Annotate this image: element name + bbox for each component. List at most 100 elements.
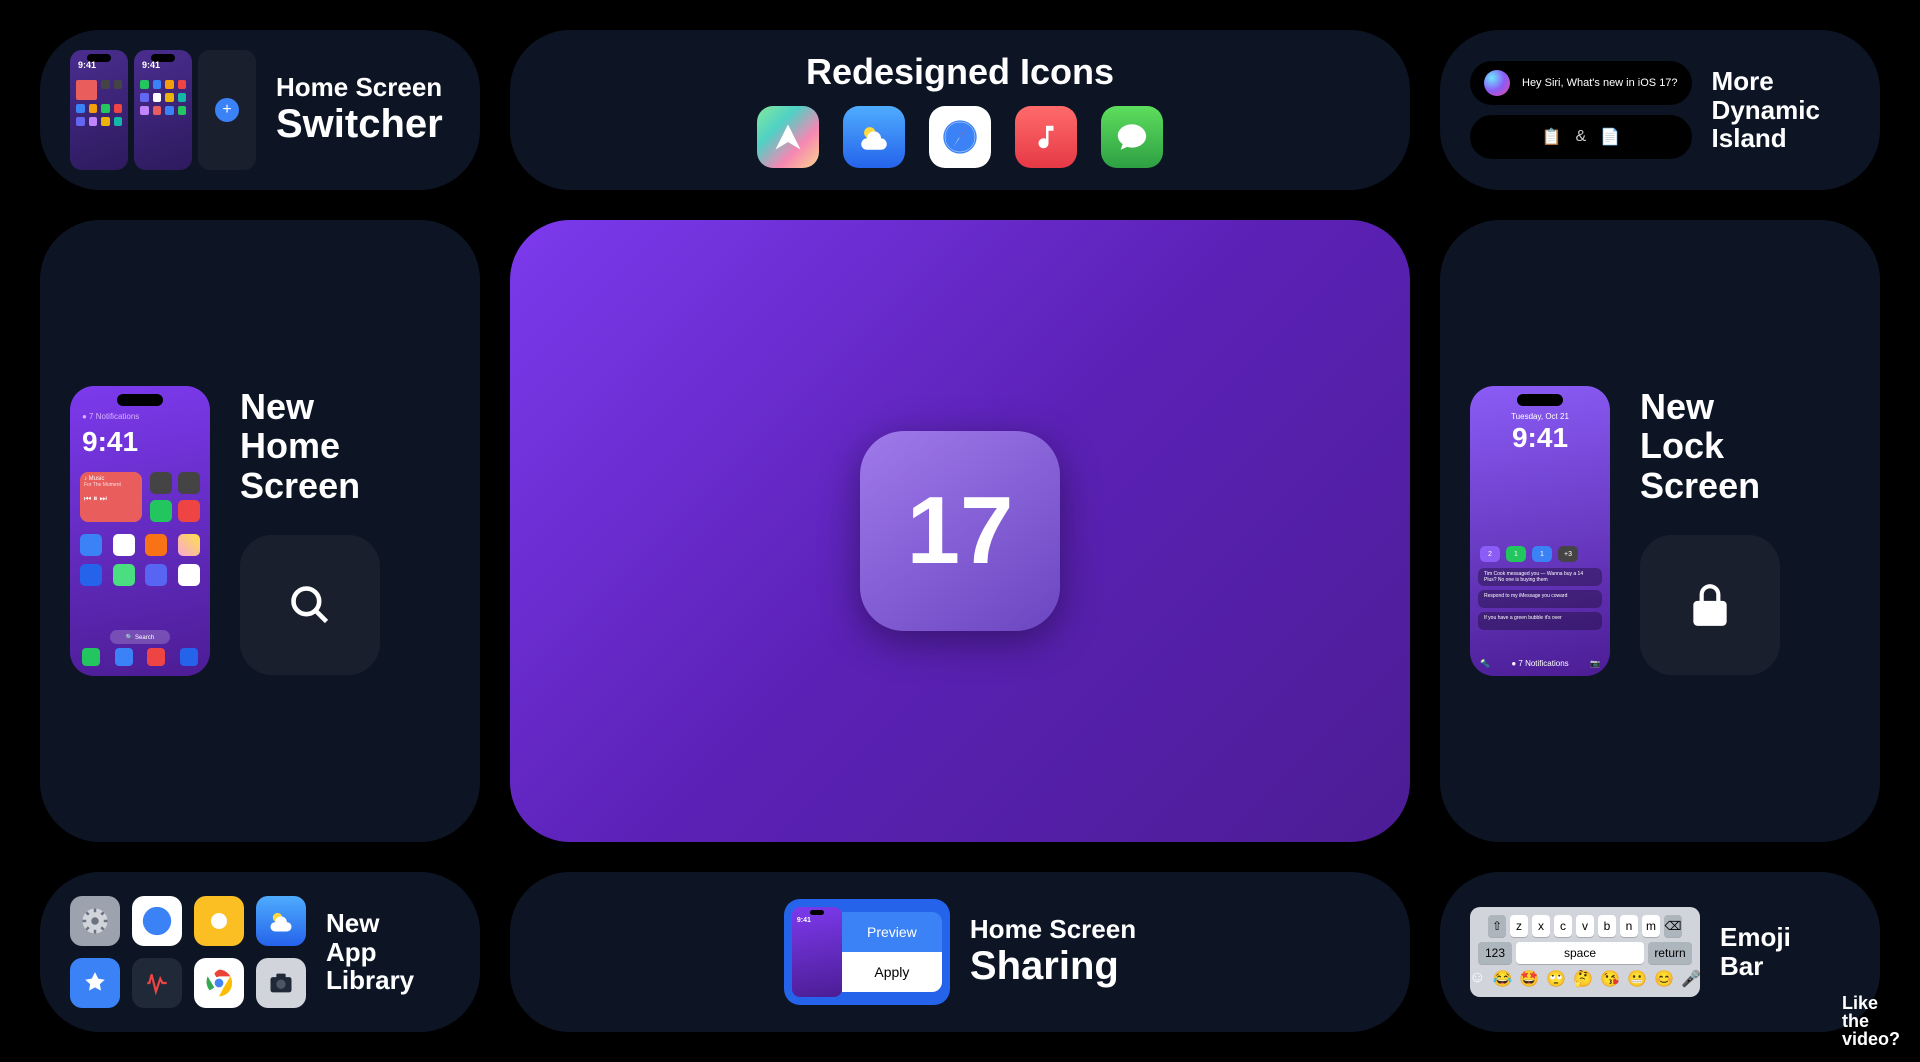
emoji[interactable]: 🤔 — [1573, 969, 1593, 989]
card-title: Redesigned Icons — [806, 52, 1114, 92]
emoji[interactable]: 😬 — [1627, 969, 1647, 989]
mini-icons-grid — [140, 80, 186, 115]
notification-chips: 2 1 1 +3 — [1480, 546, 1578, 562]
document-icon: 📋 — [1542, 127, 1562, 147]
share-mini-phone: 9:41 — [792, 907, 842, 997]
title-line: New — [326, 909, 414, 938]
title-line: Sharing — [970, 944, 1136, 989]
notification: If you have a green bubble it's over — [1478, 612, 1602, 630]
weather-icon — [843, 106, 905, 168]
weather-icon — [256, 896, 306, 946]
version-number: 17 — [907, 476, 1014, 586]
mini-phone-1: 9:41 — [70, 50, 128, 170]
ampersand: & — [1575, 128, 1586, 146]
phone-icons-row — [80, 534, 200, 586]
lock-phone-mockup: Tuesday, Oct 21 9:41 2 1 1 +3 Tim Cook m… — [1470, 386, 1610, 676]
emoji[interactable]: 😘 — [1600, 969, 1620, 989]
title-line: Home — [240, 426, 380, 466]
chip: 1 — [1506, 546, 1526, 562]
title-line: Library — [326, 966, 414, 995]
preview-button[interactable]: Preview — [842, 912, 942, 952]
card-title: More Dynamic Island — [1712, 67, 1820, 153]
title-line: Home Screen — [970, 915, 1136, 944]
search-icon — [288, 583, 332, 627]
key[interactable]: n — [1620, 915, 1638, 937]
camera-icon — [256, 958, 306, 1008]
voice-memos-icon — [132, 958, 182, 1008]
emoji[interactable]: 😊 — [1654, 969, 1674, 989]
mic-icon[interactable]: 🎤 — [1681, 969, 1701, 989]
card-title: Emoji Bar — [1720, 923, 1791, 980]
card-home-screen-switcher: 9:41 9:41 + Home Screen Switcher — [40, 30, 480, 190]
title-line: Dynamic — [1712, 96, 1820, 125]
emoji[interactable]: ☺ — [1469, 969, 1485, 989]
apply-button[interactable]: Apply — [842, 952, 942, 992]
key[interactable]: x — [1532, 915, 1550, 937]
lock-time: 9:41 — [1470, 422, 1610, 454]
key[interactable]: z — [1510, 915, 1528, 937]
card-dynamic-island: Hey Siri, What's new in iOS 17? 📋 & 📄 Mo… — [1440, 30, 1880, 190]
mini-icons-grid — [76, 80, 122, 126]
camera-icon: 📷 — [1590, 659, 1600, 668]
share-buttons: Preview Apply — [842, 912, 942, 992]
tips-icon — [194, 896, 244, 946]
card-title: New Lock Screen — [1640, 387, 1780, 506]
title-line: Island — [1712, 124, 1820, 153]
keyboard-row: 123 space return — [1478, 942, 1692, 964]
card-new-home-screen: ● 7 Notifications 9:41 ♪ Music For The M… — [40, 220, 480, 842]
return-key[interactable]: return — [1648, 942, 1692, 964]
widget-subtitle: For The Moment — [84, 482, 138, 488]
space-key[interactable]: space — [1516, 942, 1644, 964]
notification: Respond to my iMessage you coward — [1478, 590, 1602, 608]
shift-key[interactable]: ⇧ — [1488, 915, 1506, 937]
chip: 1 — [1532, 546, 1552, 562]
title-line: App — [326, 938, 414, 967]
123-key[interactable]: 123 — [1478, 942, 1512, 964]
search-card[interactable] — [240, 535, 380, 675]
card-title: New Home Screen — [240, 387, 380, 506]
music-widget: ♪ Music For The Moment ⏮ ⏸ ⏭ — [80, 472, 142, 522]
notif-count: ● 7 Notifications — [1511, 659, 1568, 668]
card-app-library: New App Library — [40, 872, 480, 1032]
phone-icons — [150, 472, 200, 522]
mini-phone-2: 9:41 — [134, 50, 192, 170]
flashlight-icon: 🔦 — [1480, 659, 1490, 668]
siri-pill: Hey Siri, What's new in iOS 17? — [1470, 61, 1692, 105]
title-line: More — [1712, 67, 1820, 96]
card-hero-ios17: 17 — [510, 220, 1410, 842]
emoji[interactable]: 🙄 — [1546, 969, 1566, 989]
title-line: Screen — [1640, 466, 1780, 506]
phone-dock — [78, 648, 202, 670]
mini-phone-time: 9:41 — [78, 60, 96, 70]
lock-icon-card — [1640, 535, 1780, 675]
dynamic-island-visual: Hey Siri, What's new in iOS 17? 📋 & 📄 — [1470, 61, 1692, 159]
key[interactable]: c — [1554, 915, 1572, 937]
key[interactable]: b — [1598, 915, 1616, 937]
backspace-key[interactable]: ⌫ — [1664, 915, 1682, 937]
title-line: Switcher — [276, 102, 443, 147]
emoji[interactable]: 🤩 — [1519, 969, 1539, 989]
lock-notifications: Tim Cook messaged you — Wanna buy a 14 P… — [1478, 568, 1602, 630]
lock-icon — [1685, 580, 1735, 630]
card-title: Home Screen Switcher — [276, 73, 443, 147]
notification-badge: ● 7 Notifications — [82, 412, 139, 421]
keyboard-row: ⇧ z x c v b n m ⌫ — [1478, 915, 1692, 937]
title-line: Bar — [1720, 952, 1791, 981]
card-new-lock-screen: Tuesday, Oct 21 9:41 2 1 1 +3 Tim Cook m… — [1440, 220, 1880, 842]
emoji[interactable]: 😂 — [1492, 969, 1512, 989]
keyboard-mockup: ⇧ z x c v b n m ⌫ 123 space return ☺ 😂 🤩… — [1470, 907, 1700, 997]
title-line: Screen — [240, 466, 380, 506]
copy-icon: 📄 — [1600, 127, 1620, 147]
title-line: Emoji — [1720, 923, 1791, 952]
emoji-row: ☺ 😂 🤩 🙄 🤔 😘 😬 😊 🎤 — [1478, 969, 1692, 989]
lock-date: Tuesday, Oct 21 — [1470, 412, 1610, 421]
title-line: Lock — [1640, 426, 1780, 466]
share-bubble: 9:41 Preview Apply — [784, 899, 950, 1005]
add-screen-tile[interactable]: + — [198, 50, 256, 170]
library-grid — [70, 896, 306, 1008]
search-pill: 🔍 Search — [110, 630, 170, 644]
card-home-screen-sharing: 9:41 Preview Apply Home Screen Sharing — [510, 872, 1410, 1032]
key[interactable]: m — [1642, 915, 1660, 937]
chip: +3 — [1558, 546, 1578, 562]
key[interactable]: v — [1576, 915, 1594, 937]
